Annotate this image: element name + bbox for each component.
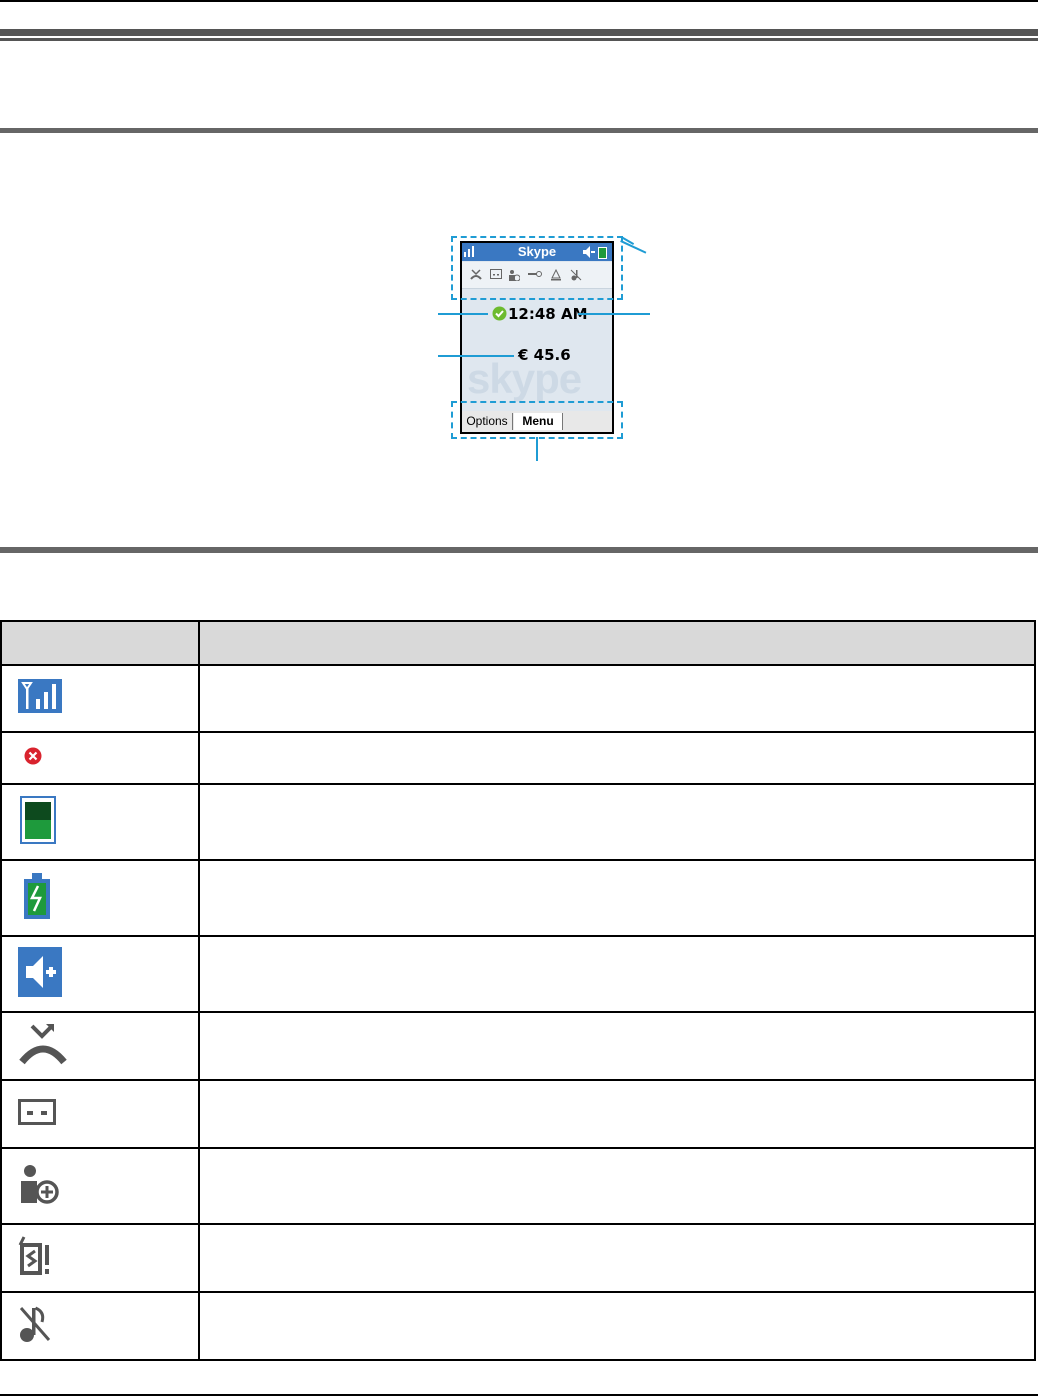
table-row-description (198, 1079, 1036, 1149)
icon-table (0, 620, 1036, 1361)
callout-softkey-area (451, 401, 623, 439)
table-row (0, 783, 1036, 861)
section-divider-icons (0, 547, 1038, 553)
top-rule (0, 0, 1038, 2)
table-row (0, 1079, 1036, 1149)
table-row-description (198, 1011, 1036, 1081)
header-band (0, 29, 1038, 36)
table-header-icon (0, 620, 200, 666)
contact-request-icon (21, 1164, 59, 1204)
leader-line-presence (438, 313, 488, 315)
speakerphone-icon (18, 946, 62, 997)
table-row-description (198, 1223, 1036, 1293)
table-row (0, 1223, 1036, 1293)
table-row (0, 859, 1036, 937)
bottom-rule (0, 1394, 1038, 1396)
battery-charging-icon (24, 872, 50, 919)
table-row (0, 731, 1036, 785)
header-band-lower (0, 38, 1038, 41)
leader-line-softkeys (536, 437, 538, 461)
table-row-description (198, 731, 1036, 785)
table-row-description (198, 664, 1036, 733)
table-header-description (198, 620, 1036, 666)
table-row (0, 1291, 1036, 1361)
offline-status-icon (24, 747, 42, 764)
callout-status-area (451, 236, 623, 300)
leader-line-clock (578, 313, 650, 315)
table-row-description (198, 1147, 1036, 1225)
signal-strength-icon (18, 679, 62, 713)
leader-line-credit (438, 355, 514, 357)
missed-call-icon (19, 1023, 67, 1064)
phone-credit: € 45.6 (518, 346, 571, 364)
section-divider-display (0, 128, 1038, 133)
table-row (0, 1011, 1036, 1081)
ringer-off-icon (19, 1306, 51, 1342)
table-row-description (198, 859, 1036, 937)
table-row-description (198, 1291, 1036, 1361)
table-header-row (0, 620, 1036, 666)
table-row (0, 1147, 1036, 1225)
table-row-description (198, 935, 1036, 1013)
alert-icon (18, 1235, 49, 1275)
table-row-description (198, 783, 1036, 861)
table-row (0, 664, 1036, 733)
voicemail-icon (18, 1098, 56, 1125)
online-status-icon (492, 306, 507, 321)
table-row (0, 935, 1036, 1013)
battery-full-icon (20, 795, 56, 844)
phone-clock: 12:48 AM (508, 305, 588, 323)
